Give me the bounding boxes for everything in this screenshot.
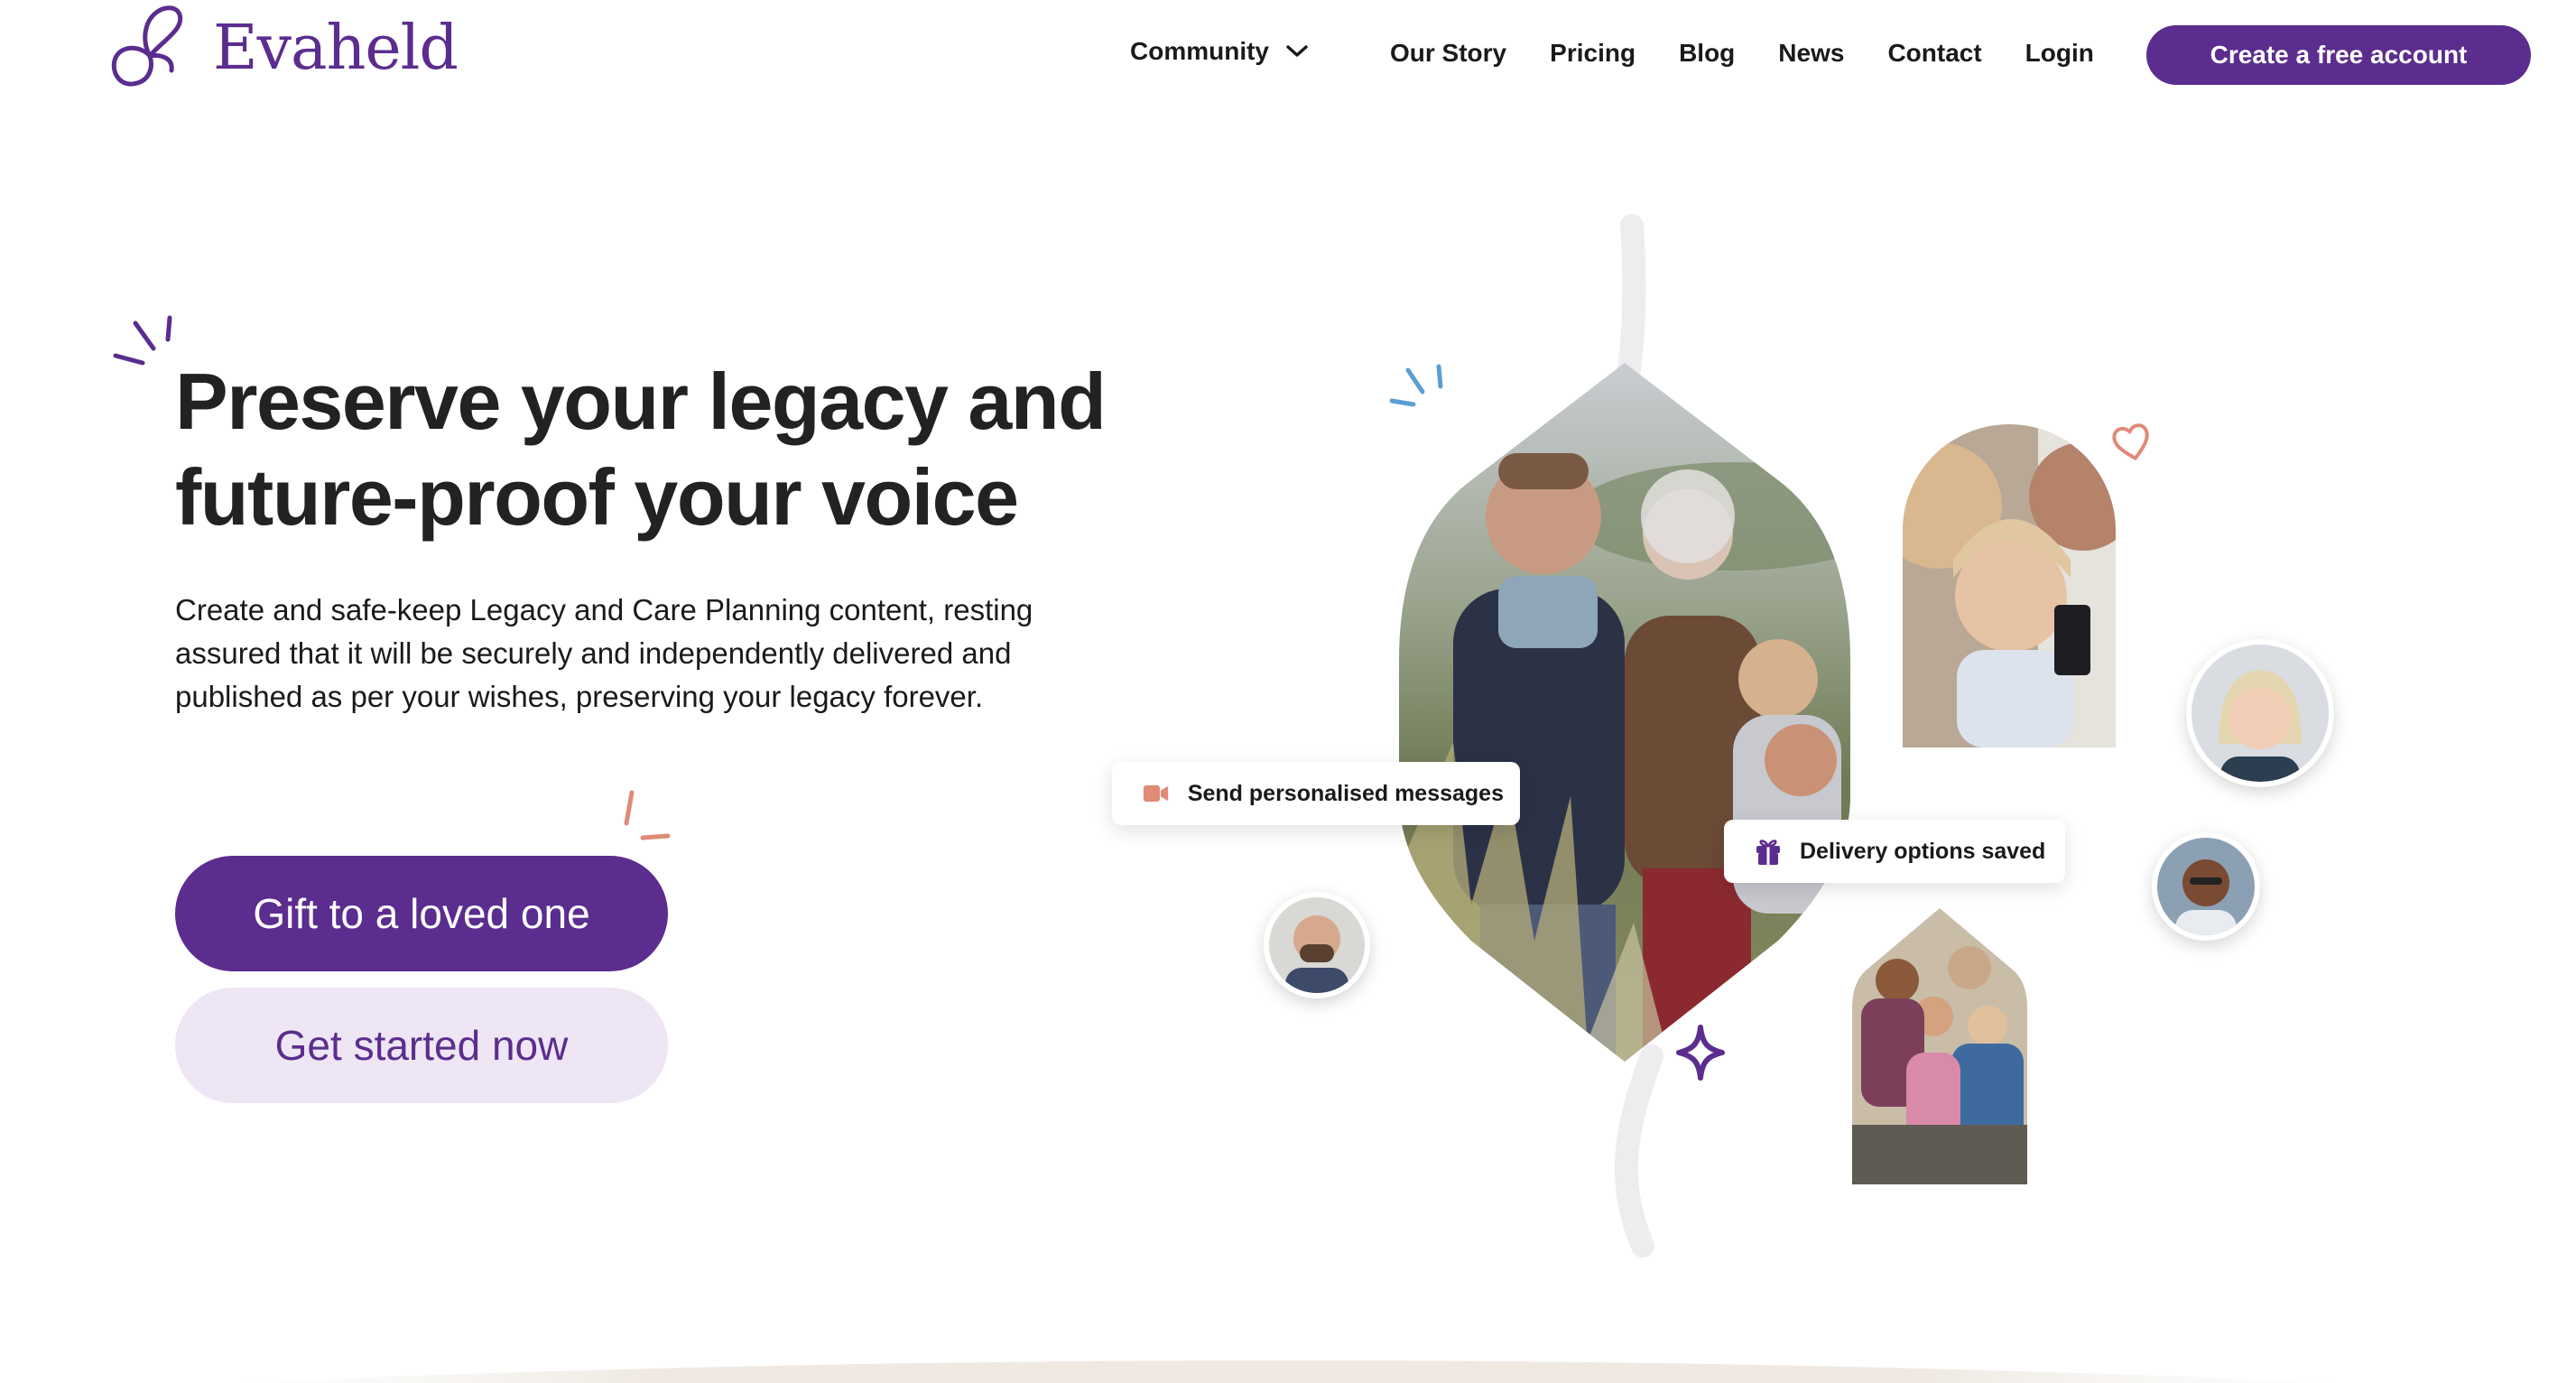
landing-page: Evaheld Community Our Story Pricing Blog…	[0, 0, 2576, 1383]
avatar-man-glasses	[2152, 832, 2260, 941]
avatar-man-beard-image	[1269, 897, 1365, 993]
avatar-man-glasses-image	[2157, 838, 2255, 935]
nav-news[interactable]: News	[1778, 39, 1844, 68]
group-selfie-photo	[1852, 908, 2027, 1184]
nav-pricing[interactable]: Pricing	[1550, 39, 1635, 68]
girl-with-phone-photo	[1903, 424, 2116, 747]
star-sparkle-icon	[1676, 1025, 1725, 1081]
video-camera-icon	[1143, 784, 1169, 803]
avatar-woman-image	[2191, 645, 2329, 782]
delivery-options-badge: Delivery options saved	[1724, 820, 2065, 883]
brand-logo[interactable]: Evaheld	[107, 4, 459, 94]
nav-contact[interactable]: Contact	[1887, 39, 1981, 68]
hero-subtitle: Create and safe-keep Legacy and Care Pla…	[175, 593, 1033, 713]
sparkle-decoration-coral	[624, 790, 671, 840]
chevron-down-icon	[1286, 45, 1308, 57]
main-nav: Community Our Story Pricing Blog News Co…	[1130, 25, 2094, 81]
hero-title: Preserve your legacy and future-proof yo…	[175, 354, 1258, 545]
create-account-button[interactable]: Create a free account	[2146, 25, 2531, 85]
send-messages-badge: Send personalised messages	[1112, 762, 1520, 825]
nav-login[interactable]: Login	[2025, 39, 2094, 68]
avatar-man-beard	[1264, 892, 1370, 998]
nav-community-label: Community	[1130, 37, 1269, 65]
hero-title-line-2: future-proof your voice	[175, 452, 1019, 542]
nav-community[interactable]: Community	[1130, 37, 1309, 66]
brand-name: Evaheld	[213, 13, 459, 84]
butterfly-logo-icon	[111, 5, 183, 87]
delivery-options-label: Delivery options saved	[1800, 838, 2046, 864]
sparkle-decoration	[113, 315, 172, 366]
hero-title-line-1: Preserve your legacy and	[175, 357, 1107, 446]
family-walking-photo	[1399, 363, 1850, 1062]
nav-our-story[interactable]: Our Story	[1390, 39, 1506, 68]
gift-button[interactable]: Gift to a loved one	[175, 856, 668, 971]
nav-blog[interactable]: Blog	[1679, 39, 1735, 68]
section-divider-wave	[226, 1360, 2347, 1383]
send-messages-label: Send personalised messages	[1187, 780, 1504, 806]
gift-icon	[1756, 840, 1780, 865]
avatar-woman	[2186, 639, 2334, 787]
get-started-button[interactable]: Get started now	[175, 988, 668, 1103]
heart-icon	[2112, 423, 2149, 460]
